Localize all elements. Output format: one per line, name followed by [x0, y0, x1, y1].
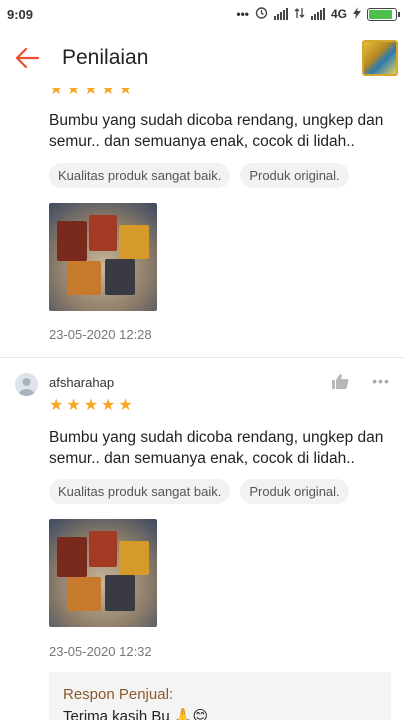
star-icon: ★: [101, 397, 116, 414]
review-tag: Produk original.: [240, 479, 349, 504]
photo-pack: [57, 221, 87, 261]
product-thumbnail[interactable]: [362, 40, 398, 76]
status-time: 9:09: [7, 6, 34, 22]
star-icon: ★: [49, 397, 64, 414]
photo-pack: [119, 541, 149, 575]
reviews-list[interactable]: ★ ★ ★ ★ ★ Bumbu yang sudah dicoba rendan…: [0, 88, 405, 720]
battery-icon: [367, 7, 400, 21]
alarm-icon: [255, 6, 268, 22]
signal-icon: [273, 8, 288, 20]
username[interactable]: afsharahap: [49, 375, 114, 390]
review-photo[interactable]: [49, 203, 157, 311]
network-type: 4G: [330, 7, 347, 21]
data-arrows-icon: [294, 7, 305, 22]
review-tags: Kualitas produk sangat baik. Produk orig…: [49, 163, 349, 188]
review-tag: Produk original.: [240, 163, 349, 188]
review-date: 23-05-2020 12:32: [49, 644, 152, 659]
page-title: Penilaian: [62, 46, 149, 69]
star-icon: ★: [66, 88, 81, 98]
star-icon: ★: [118, 397, 133, 414]
photo-pack: [119, 225, 149, 259]
star-icon: ★: [66, 397, 81, 414]
signal-icon: [310, 8, 325, 20]
more-options-icon[interactable]: •••: [370, 372, 392, 390]
review-text: Bumbu yang sudah dicoba rendang, ungkep …: [49, 429, 384, 467]
photo-pack: [67, 261, 101, 295]
photo-pack: [89, 531, 117, 567]
charging-icon: [353, 6, 361, 22]
photo-pack: [89, 215, 117, 251]
status-bar: 9:09 ••• 4G: [0, 0, 405, 28]
seller-response-text: Terima kasih Bu 🙏😊: [63, 708, 209, 720]
review-tag: Kualitas produk sangat baik.: [49, 479, 231, 504]
user-avatar[interactable]: [15, 373, 38, 396]
rating-stars: ★ ★ ★ ★ ★: [49, 88, 133, 98]
review-tags: Kualitas produk sangat baik. Produk orig…: [49, 479, 349, 504]
review-text: Bumbu yang sudah dicoba rendang, ungkep …: [49, 112, 384, 150]
review-divider: [0, 357, 405, 358]
rating-stars: ★ ★ ★ ★ ★: [49, 398, 133, 414]
thumbs-up-icon[interactable]: [330, 372, 350, 390]
photo-pack: [105, 575, 135, 611]
star-icon: ★: [83, 88, 99, 98]
review-date: 23-05-2020 12:28: [49, 327, 152, 342]
star-icon: ★: [83, 397, 99, 414]
photo-pack: [57, 537, 87, 577]
star-icon: ★: [49, 88, 64, 98]
photo-pack: [105, 259, 135, 295]
header-bar: Penilaian: [0, 28, 405, 88]
seller-response: Respon Penjual: Terima kasih Bu 🙏😊: [49, 672, 391, 720]
dots-icon: •••: [236, 7, 249, 21]
arrow-left-icon[interactable]: [12, 43, 42, 73]
star-icon: ★: [118, 88, 133, 98]
status-icons: ••• 4G: [236, 6, 400, 22]
star-icon: ★: [101, 88, 116, 98]
review-photo[interactable]: [49, 519, 157, 627]
photo-pack: [67, 577, 101, 611]
seller-response-title: Respon Penjual:: [63, 686, 174, 703]
review-tag: Kualitas produk sangat baik.: [49, 163, 231, 188]
